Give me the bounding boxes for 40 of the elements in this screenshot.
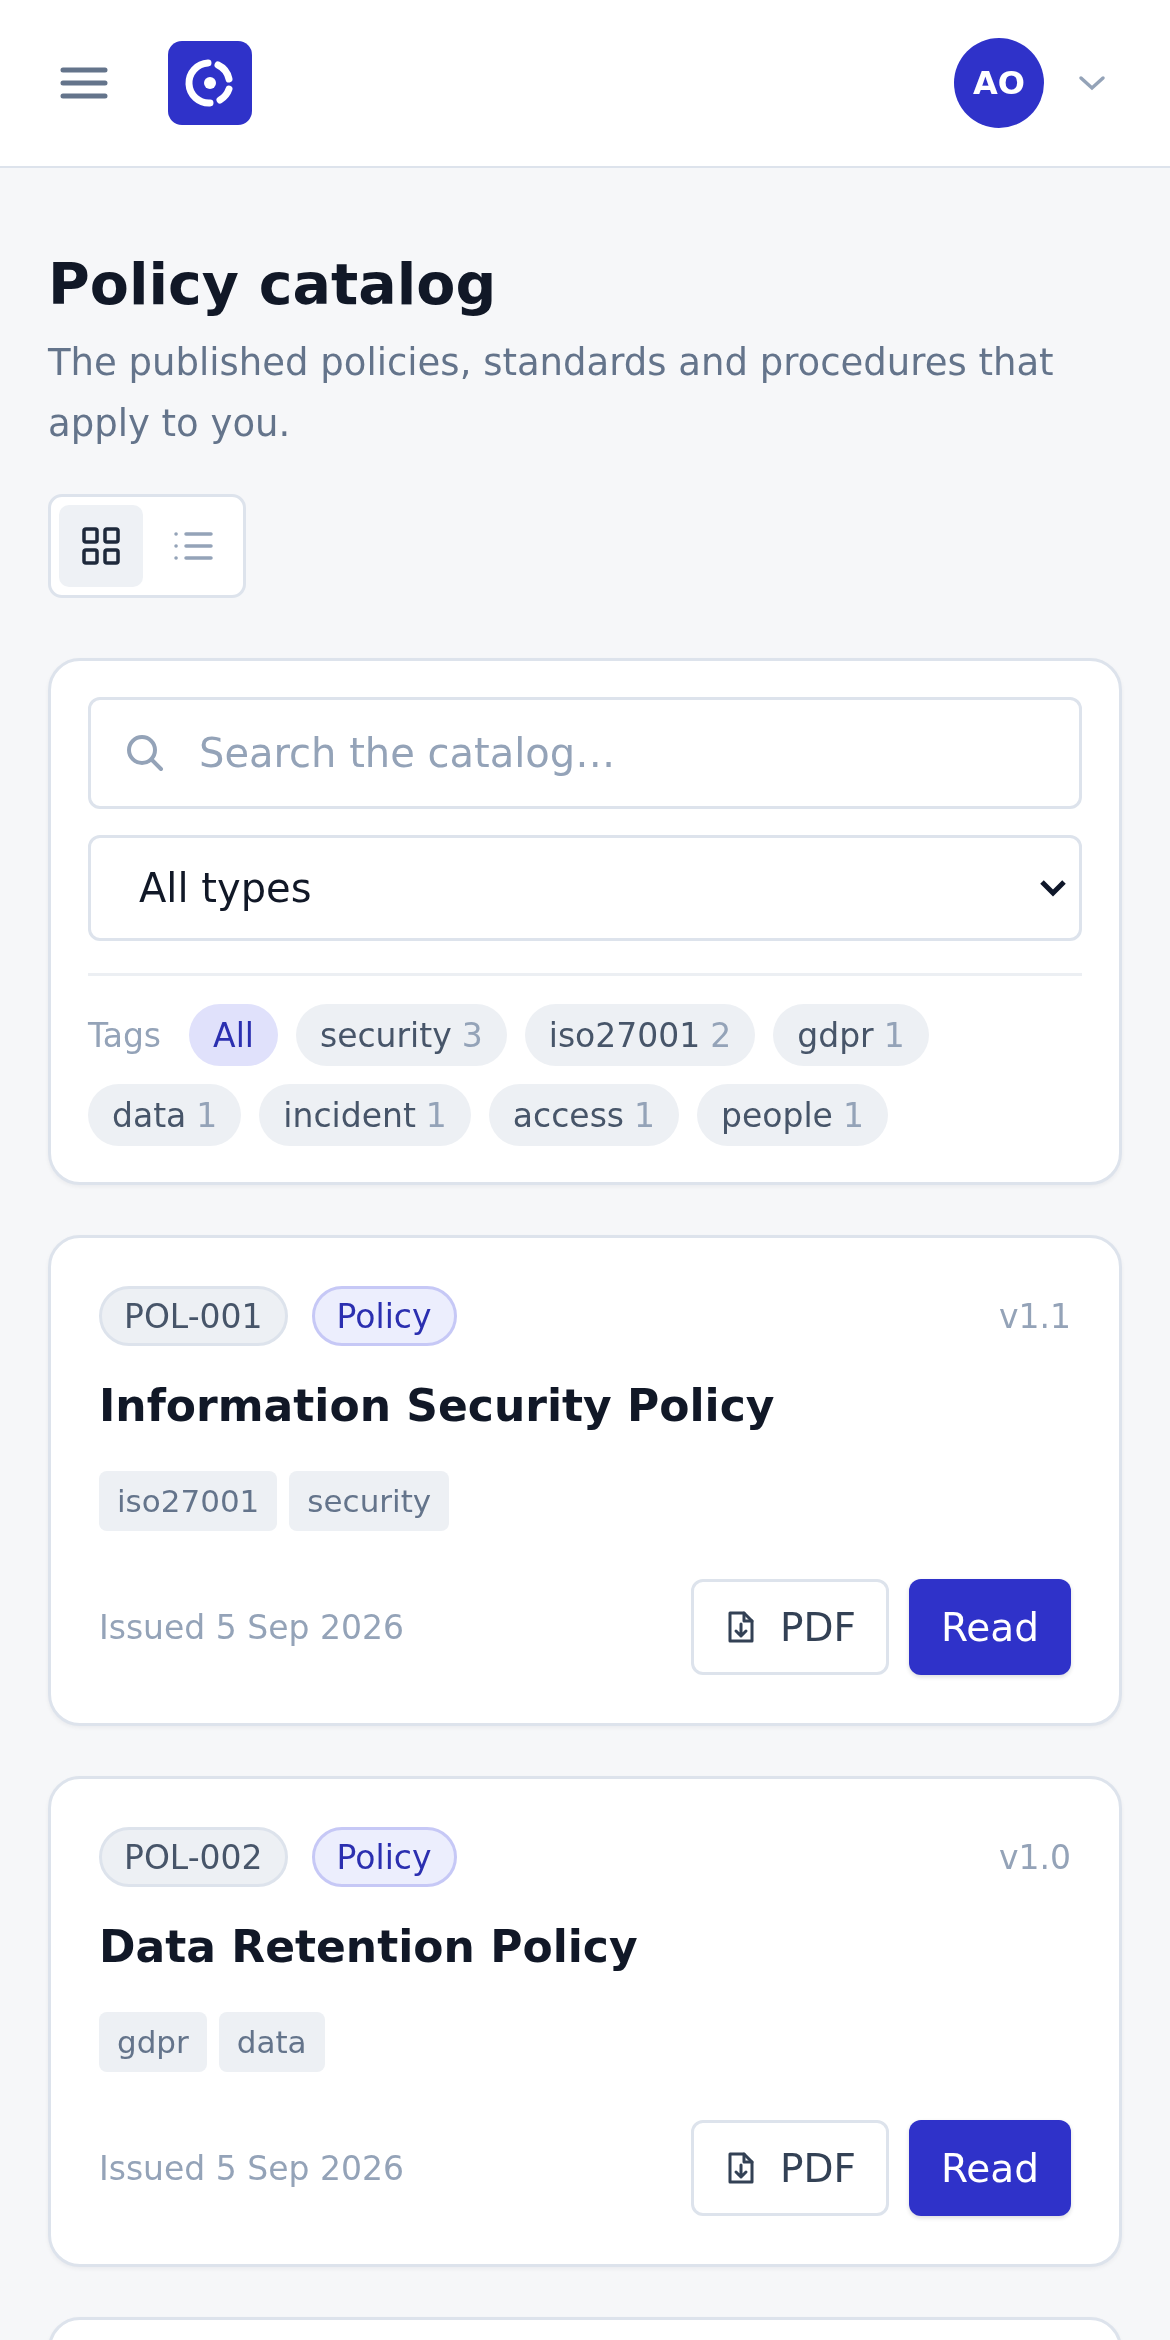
document-tag: data xyxy=(218,2012,325,2073)
issued-date: Issued 5 Sep 2026 xyxy=(99,2148,404,2188)
version-label: v1.0 xyxy=(999,1837,1071,1877)
tag-filter-chip[interactable]: security 3 xyxy=(296,1004,507,1067)
tag-filter-chip[interactable]: data 1 xyxy=(88,1084,242,1147)
menu-icon[interactable] xyxy=(60,66,108,100)
document-id-badge: POL-001 xyxy=(99,1286,288,1347)
chevron-down-icon[interactable] xyxy=(1078,75,1106,91)
read-button[interactable]: Read xyxy=(909,1579,1071,1676)
pdf-button[interactable]: PDF xyxy=(691,2120,889,2217)
grid-view-button[interactable] xyxy=(59,505,143,588)
document-title: Data Retention Policy xyxy=(99,1921,639,1973)
tag-filter-chip[interactable]: All xyxy=(189,1004,278,1067)
file-download-icon xyxy=(726,1609,756,1646)
chevron-down-icon xyxy=(1039,879,1067,898)
document-tag: security xyxy=(289,1471,450,1532)
issued-date: Issued 5 Sep 2026 xyxy=(99,1607,404,1647)
document-type-badge: Policy xyxy=(311,1827,457,1888)
tag-filter-chip[interactable]: incident 1 xyxy=(259,1084,471,1147)
page-subtitle: The published policies, standards and procedures that apply to you. xyxy=(48,340,1055,448)
user-avatar[interactable]: AO xyxy=(954,38,1044,128)
page-title: Policy catalog xyxy=(48,250,498,319)
file-download-icon xyxy=(726,2150,756,2187)
document-tag: iso27001 xyxy=(99,1471,278,1532)
search-field[interactable]: Search the catalog… xyxy=(88,697,1082,810)
logo-icon[interactable] xyxy=(168,41,252,125)
read-button[interactable]: Read xyxy=(909,2120,1071,2217)
document-title: Information Security Policy xyxy=(99,1380,776,1432)
document-type-badge: Policy xyxy=(311,1286,457,1347)
type-select[interactable]: All types xyxy=(88,835,1082,942)
tag-filter-chip[interactable]: people 1 xyxy=(697,1084,888,1147)
document-tag: gdpr xyxy=(99,2012,207,2073)
grid-icon xyxy=(81,526,121,567)
document-id-badge: POL-002 xyxy=(99,1827,288,1888)
tag-filter-chip[interactable]: gdpr 1 xyxy=(773,1004,929,1067)
tags-label: Tags xyxy=(88,1015,162,1055)
tag-filter-chip[interactable]: iso27001 2 xyxy=(524,1004,756,1067)
pdf-button[interactable]: PDF xyxy=(691,1579,889,1676)
tag-filter-chip[interactable]: access 1 xyxy=(488,1084,680,1147)
version-label: v1.1 xyxy=(999,1296,1071,1336)
